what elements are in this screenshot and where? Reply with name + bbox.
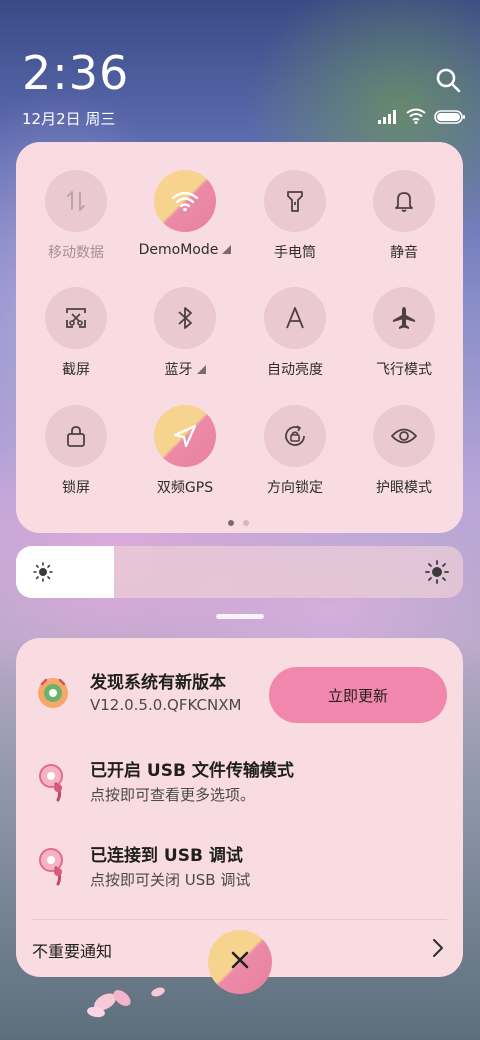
system-icons [378, 108, 466, 128]
page-dot-active[interactable] [228, 520, 234, 526]
chevron-right-icon[interactable] [431, 937, 445, 959]
tile-label: 移动数据 [48, 245, 104, 261]
bluetooth-icon [154, 287, 216, 349]
tile-screenshot[interactable]: 截屏 [21, 287, 131, 397]
tile-airplane[interactable]: 飞行模式 [349, 287, 459, 397]
notification-title: 发现系统有新版本 [90, 673, 226, 693]
tile-eye-care[interactable]: 护眼模式 [349, 405, 459, 515]
location-icon [154, 405, 216, 467]
tile-demomode[interactable]: DemoMode [130, 170, 240, 280]
close-icon [229, 949, 251, 975]
eye-icon [373, 405, 435, 467]
divider [32, 919, 447, 920]
notification-usb-debug[interactable]: 已连接到 USB 调试 点按即可关闭 USB 调试 [16, 832, 463, 916]
signal-icon [378, 109, 398, 128]
tile-label: 锁屏 [62, 480, 90, 496]
date: 12月2日 周三 [22, 110, 116, 128]
notification-subtitle: V12.0.5.0.QFKCNXM [90, 696, 242, 714]
brightness-low-icon [32, 561, 54, 587]
unimportant-notifications-link[interactable]: 不重要通知 [32, 938, 112, 962]
notification-title: 已开启 USB 文件传输模式 [90, 761, 294, 781]
notification-panel: 发现系统有新版本 V12.0.5.0.QFKCNXM 立即更新 已开启 USB … [16, 638, 463, 977]
mobile-data-icon [45, 170, 107, 232]
wifi-icon [406, 108, 426, 128]
lock-icon [45, 405, 107, 467]
system-update-icon [36, 676, 70, 710]
tile-auto-brightness[interactable]: 自动亮度 [240, 287, 350, 397]
notification-system-update[interactable]: 发现系统有新版本 V12.0.5.0.QFKCNXM 立即更新 [16, 638, 463, 748]
drag-handle[interactable] [216, 614, 264, 619]
battery-icon [434, 109, 466, 128]
petal-decoration [87, 987, 165, 1018]
tile-label: 蓝牙 [164, 362, 193, 378]
page-dot[interactable] [243, 520, 249, 526]
quick-settings-panel: 移动数据 DemoMode 手电筒 静音 截屏 蓝牙 自动亮度 飞行模式 锁屏 … [16, 142, 463, 533]
flashlight-icon [264, 170, 326, 232]
tile-label: 双频GPS [156, 480, 214, 496]
usb-debug-icon [36, 846, 70, 886]
notification-usb-transfer[interactable]: 已开启 USB 文件传输模式 点按即可查看更多选项。 [16, 748, 463, 832]
tile-label: DemoMode [138, 242, 219, 258]
update-now-button[interactable]: 立即更新 [269, 667, 447, 723]
screenshot-icon [45, 287, 107, 349]
tile-label: 方向锁定 [267, 480, 323, 496]
tile-lock-screen[interactable]: 锁屏 [21, 405, 131, 515]
tile-rotation-lock[interactable]: 方向锁定 [240, 405, 350, 515]
auto-brightness-icon [264, 287, 326, 349]
tile-label: 自动亮度 [267, 362, 323, 378]
brightness-slider[interactable] [16, 546, 463, 598]
bell-icon [373, 170, 435, 232]
wifi-icon [154, 170, 216, 232]
tile-label: 截屏 [62, 362, 90, 378]
brightness-fill [16, 546, 114, 598]
tile-mute[interactable]: 静音 [349, 170, 459, 280]
notification-subtitle: 点按即可关闭 USB 调试 [90, 871, 251, 889]
tile-label: 护眼模式 [376, 480, 432, 496]
tile-mobile-data[interactable]: 移动数据 [21, 170, 131, 280]
tile-label: 手电筒 [274, 245, 316, 261]
clock: 2:36 [22, 46, 130, 100]
tile-label: 飞行模式 [376, 362, 432, 378]
status-bar: 2:36 12月2日 周三 [0, 0, 480, 140]
search-icon[interactable] [434, 66, 462, 94]
tile-label: 静音 [390, 245, 418, 261]
usb-icon [36, 762, 70, 802]
expand-menu-icon[interactable] [222, 245, 232, 254]
expand-menu-icon[interactable] [196, 365, 206, 374]
notification-title: 已连接到 USB 调试 [90, 846, 243, 866]
notification-subtitle: 点按即可查看更多选项。 [90, 786, 256, 804]
brightness-high-icon [424, 559, 450, 589]
page-indicator [228, 520, 249, 526]
tile-flashlight[interactable]: 手电筒 [240, 170, 350, 280]
rotation-lock-icon [264, 405, 326, 467]
airplane-icon [373, 287, 435, 349]
tile-bluetooth[interactable]: 蓝牙 [130, 287, 240, 397]
tile-dual-gps[interactable]: 双频GPS [130, 405, 240, 515]
